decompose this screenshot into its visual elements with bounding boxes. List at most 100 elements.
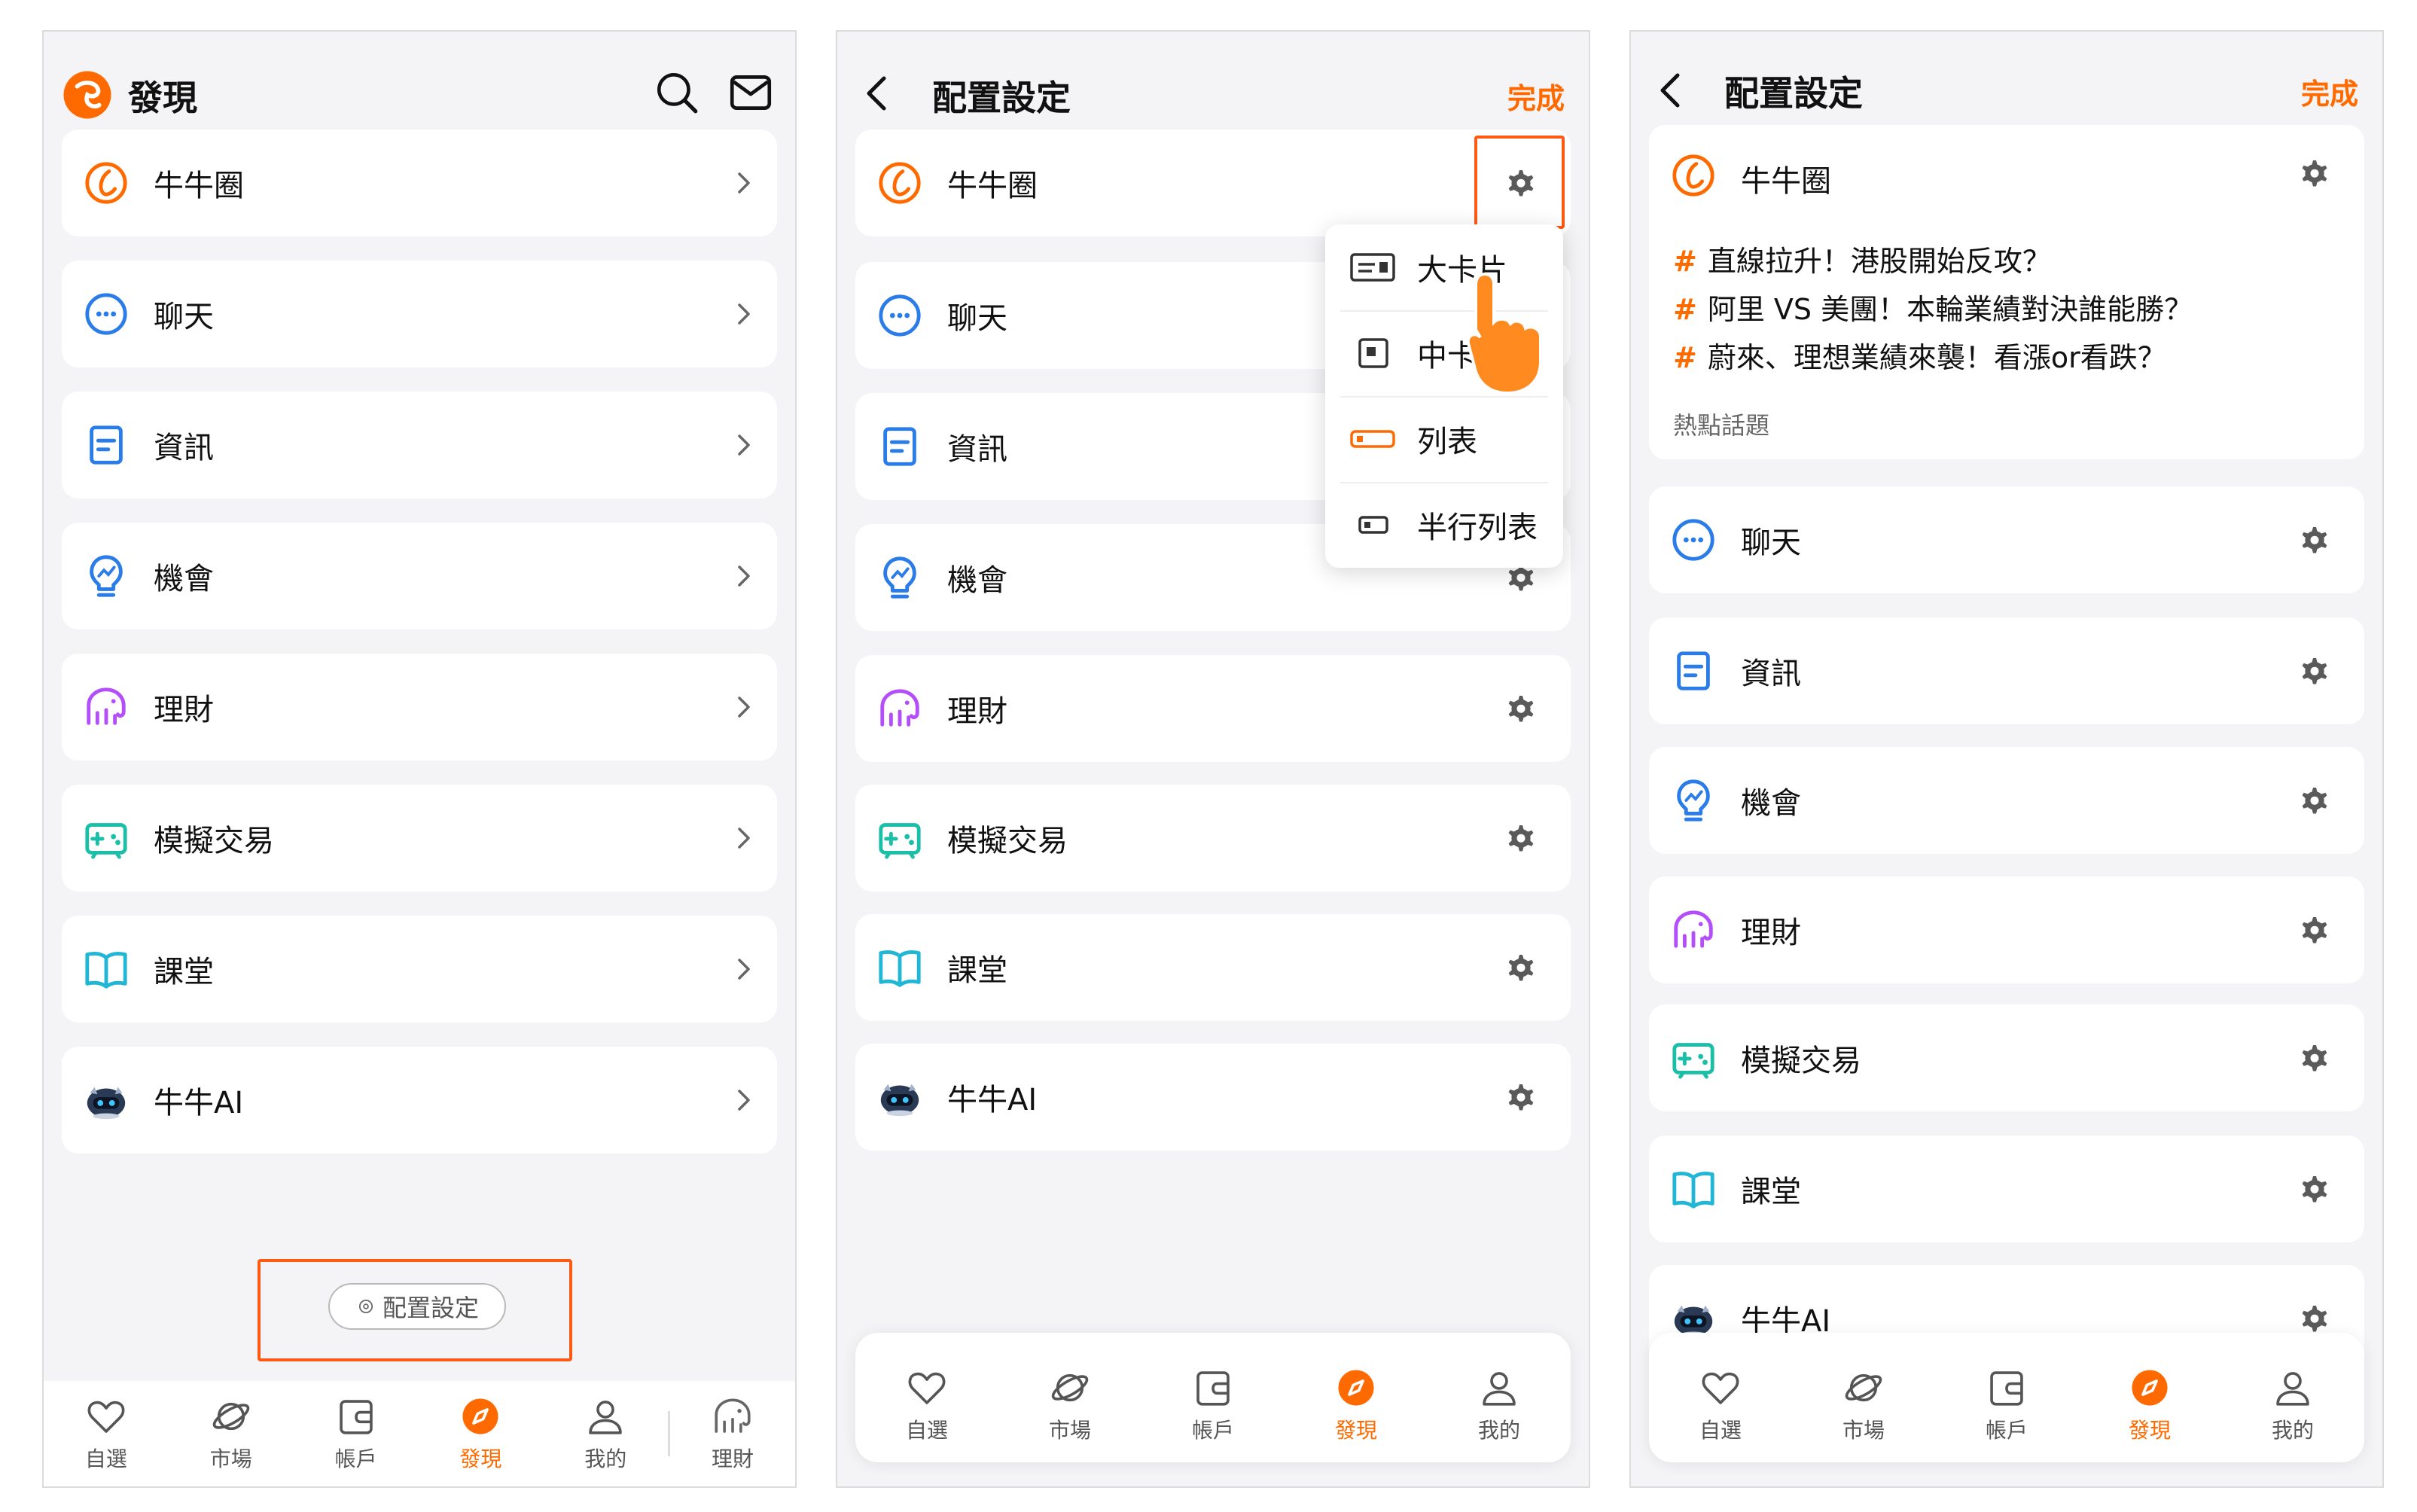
tab-market[interactable]: 市場	[998, 1348, 1141, 1462]
item-label: 模擬交易	[154, 824, 274, 858]
tab-me[interactable]: 我的	[2221, 1348, 2364, 1462]
gear-icon[interactable]	[1503, 690, 1539, 727]
back-icon[interactable]	[855, 71, 901, 116]
wallet-icon	[1191, 1366, 1235, 1410]
tap-hand-icon	[1466, 272, 1542, 395]
list-item-classroom[interactable]: 課堂	[855, 914, 1571, 1021]
item-label: 課堂	[1741, 1175, 1801, 1209]
chat-icon	[876, 292, 923, 339]
gear-icon[interactable]	[2297, 1300, 2333, 1337]
config-settings-label: 配置設定	[382, 1294, 479, 1322]
planet-icon	[1048, 1366, 1092, 1410]
tab-me[interactable]: 我的	[543, 1381, 668, 1486]
niuniu-circle-icon	[83, 160, 130, 206]
list-item-opportunity[interactable]: 機會	[62, 523, 777, 629]
hashtag: #	[1673, 293, 1697, 326]
tab-me[interactable]: 我的	[1428, 1348, 1571, 1462]
list-item-classroom[interactable]: 課堂	[1649, 1136, 2364, 1242]
tab-watchlist[interactable]: 自選	[44, 1381, 169, 1486]
page-title: 發現	[128, 78, 197, 118]
done-button[interactable]: 完成	[1507, 75, 1565, 117]
large-card-niuniu-circle[interactable]: 牛牛圈 # 直線拉升！港股開始反攻？ # 阿里 VS 美團！本輪業績對決誰能勝？ #…	[1649, 125, 2364, 459]
list-item-niuniu-ai[interactable]: 牛牛AI	[855, 1044, 1571, 1151]
gear-icon[interactable]	[2297, 912, 2333, 948]
item-label: 機會	[947, 563, 1007, 598]
hot-topic[interactable]: # 蔚來、理想業績來襲！看漲or看跌？	[1673, 334, 2166, 376]
tab-account[interactable]: 帳戶	[294, 1381, 419, 1486]
list-item-paper-trading[interactable]: 模擬交易	[855, 785, 1571, 892]
gear-icon[interactable]	[1503, 1079, 1539, 1115]
list-item-niuniu-circle[interactable]: 牛牛圈	[62, 130, 777, 236]
gear-icon[interactable]	[2297, 1171, 2333, 1207]
highlight-frame	[1474, 136, 1565, 229]
item-label: 機會	[154, 562, 214, 596]
hot-topics-label: 熱點話題	[1673, 411, 1770, 440]
list-item-paper-trading[interactable]: 模擬交易	[62, 785, 777, 892]
list-item-wealth[interactable]: 理財	[855, 655, 1571, 762]
list-item-wealth[interactable]: 理財	[62, 654, 777, 761]
option-list[interactable]: 列表	[1325, 396, 1563, 482]
list-item-news[interactable]: 資訊	[1649, 617, 2364, 724]
gear-icon[interactable]	[1503, 950, 1539, 986]
config-screen-dropdown: 配置設定 完成 牛牛圈 聊天 資訊 機會 理財 模擬交易 課堂 牛牛AI 大卡片…	[836, 30, 1590, 1488]
list-item-chat[interactable]: 聊天	[1649, 486, 2364, 593]
elephant-icon	[1670, 907, 1717, 953]
half-list-icon	[1358, 516, 1388, 534]
wallet-icon	[1985, 1366, 2028, 1410]
list-item-chat[interactable]: 聊天	[62, 261, 777, 367]
gamepad-icon	[83, 815, 130, 861]
tab-label: 我的	[2271, 1418, 2314, 1443]
tab-label: 帳戶	[1985, 1418, 2028, 1443]
back-icon[interactable]	[1649, 68, 1694, 113]
tab-label: 市場	[209, 1446, 252, 1471]
hot-topic[interactable]: # 阿里 VS 美團！本輪業績對決誰能勝？	[1673, 286, 2193, 328]
tab-wealth[interactable]: 理財	[670, 1381, 795, 1486]
chevron-right-icon	[732, 430, 756, 460]
list-item-niuniu-circle[interactable]: 牛牛圈	[855, 130, 1571, 236]
tab-market[interactable]: 市場	[169, 1381, 294, 1486]
gear-icon[interactable]	[1503, 820, 1539, 856]
option-half-list[interactable]: 半行列表	[1325, 482, 1563, 568]
tab-account[interactable]: 帳戶	[1935, 1348, 2078, 1462]
tab-label: 發現	[459, 1446, 502, 1471]
config-screen-large-card: 配置設定 完成 牛牛圈 # 直線拉升！港股開始反攻？ # 阿里 VS 美團！本輪業績…	[1629, 30, 2384, 1488]
elephant-icon	[876, 685, 923, 732]
tab-discover[interactable]: 發現	[2078, 1348, 2221, 1462]
gamepad-icon	[1670, 1035, 1717, 1081]
chevron-right-icon	[732, 561, 756, 591]
gear-icon[interactable]	[2297, 1040, 2333, 1076]
tab-discover[interactable]: 發現	[1285, 1348, 1428, 1462]
gear-icon[interactable]	[2297, 522, 2333, 558]
mail-icon[interactable]	[726, 68, 776, 117]
gear-icon[interactable]	[2297, 653, 2333, 689]
list-item-opportunity[interactable]: 機會	[1649, 747, 2364, 854]
list-item-niuniu-ai[interactable]: 牛牛AI	[62, 1047, 777, 1154]
tab-label: 自選	[84, 1446, 127, 1471]
tab-label: 理財	[712, 1446, 754, 1471]
tab-market[interactable]: 市場	[1792, 1348, 1935, 1462]
tab-watchlist[interactable]: 自選	[1649, 1348, 1792, 1462]
bulb-icon	[876, 554, 923, 601]
list-item-paper-trading[interactable]: 模擬交易	[1649, 1004, 2364, 1111]
niuniu-circle-icon	[876, 160, 923, 206]
item-label: 課堂	[947, 953, 1007, 988]
list-item-wealth[interactable]: 理財	[1649, 876, 2364, 983]
item-label: 理財	[1741, 916, 1801, 950]
gear-icon[interactable]	[2297, 155, 2333, 191]
gear-icon[interactable]	[2297, 782, 2333, 818]
planet-icon	[209, 1395, 253, 1438]
done-button[interactable]: 完成	[2301, 71, 2358, 112]
tab-watchlist[interactable]: 自選	[855, 1348, 998, 1462]
tab-account[interactable]: 帳戶	[1141, 1348, 1285, 1462]
list-item-news[interactable]: 資訊	[62, 392, 777, 498]
tab-discover[interactable]: 發現	[418, 1381, 543, 1486]
news-icon	[1670, 648, 1717, 694]
hot-topic[interactable]: # 直線拉升！港股開始反攻？	[1673, 238, 2051, 279]
heart-icon	[905, 1366, 949, 1410]
chevron-right-icon	[732, 692, 756, 722]
search-icon[interactable]	[652, 68, 702, 117]
list-item-classroom[interactable]: 課堂	[62, 916, 777, 1023]
discover-screen: 發現 牛牛圈 聊天 資訊 機會 理財 模擬交易 課堂 牛牛AI 配置設定 自選 …	[42, 30, 797, 1488]
config-settings-button[interactable]: 配置設定	[328, 1283, 506, 1330]
item-label: 牛牛圈	[154, 169, 244, 203]
